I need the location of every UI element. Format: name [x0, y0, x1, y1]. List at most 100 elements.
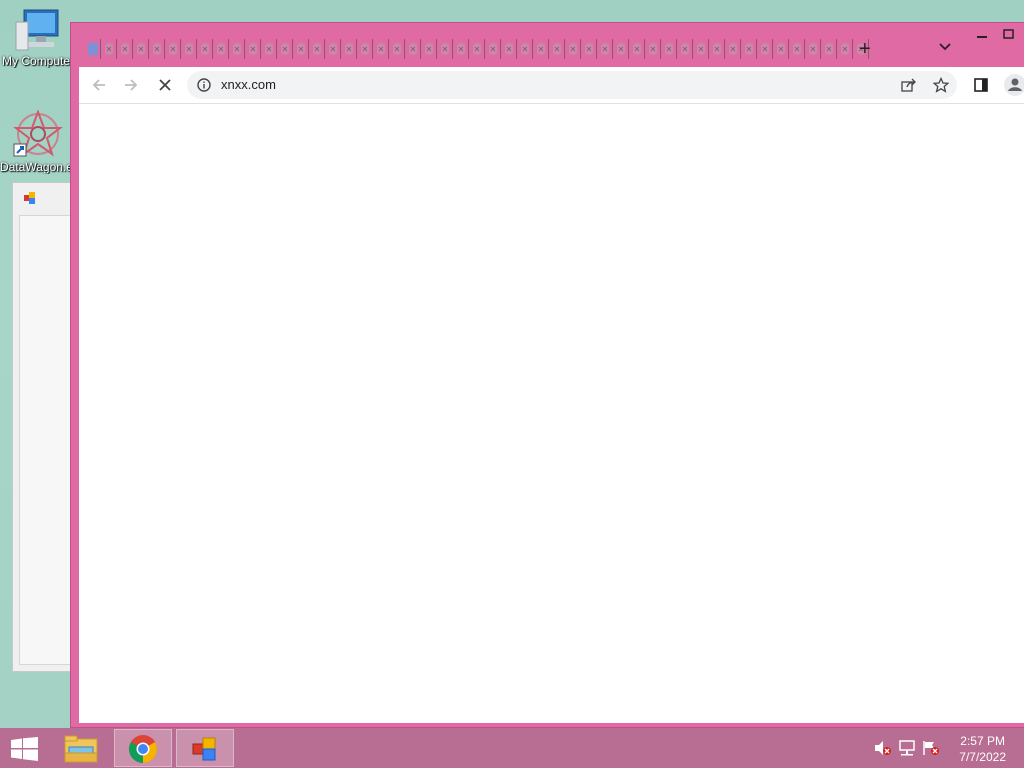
browser-tab[interactable] [247, 39, 261, 59]
maximize-icon[interactable] [1003, 29, 1015, 41]
info-icon[interactable] [197, 78, 211, 92]
browser-tab[interactable] [343, 39, 357, 59]
forward-arrow-icon[interactable] [123, 77, 139, 93]
browser-tab[interactable] [743, 39, 757, 59]
browser-tab[interactable] [711, 39, 725, 59]
taskbar-file-explorer[interactable] [52, 729, 110, 767]
browser-tab[interactable] [599, 39, 613, 59]
loading-favicon-icon [329, 43, 337, 55]
bookmark-star-icon[interactable] [933, 77, 949, 93]
browser-tab[interactable] [295, 39, 309, 59]
browser-tab[interactable] [407, 39, 421, 59]
browser-tab[interactable] [647, 39, 661, 59]
address-bar[interactable]: xnxx.com [187, 71, 957, 99]
browser-tab[interactable] [87, 39, 101, 59]
profile-avatar-icon[interactable] [1003, 73, 1024, 97]
browser-window[interactable]: + xnxx.com [70, 22, 1024, 728]
loading-favicon-icon [745, 43, 753, 55]
minimize-icon[interactable] [977, 35, 989, 39]
browser-tab[interactable] [327, 39, 341, 59]
loading-favicon-icon [825, 43, 833, 55]
app-window-icon [192, 737, 216, 761]
browser-tab[interactable] [263, 39, 277, 59]
address-url: xnxx.com [221, 77, 276, 92]
share-icon[interactable] [901, 78, 917, 92]
action-center-flag-icon[interactable] [922, 740, 940, 756]
desktop-icon-label: My Computer [1, 54, 75, 68]
browser-tab[interactable] [631, 39, 645, 59]
browser-tab[interactable] [839, 39, 853, 59]
browser-tab[interactable] [199, 39, 213, 59]
browser-tab[interactable] [375, 39, 389, 59]
chevron-down-icon[interactable] [939, 43, 951, 51]
desktop-icon-my-computer[interactable]: My Computer [0, 8, 76, 68]
loading-favicon-icon [217, 43, 225, 55]
browser-tab[interactable] [183, 39, 197, 59]
browser-tab[interactable] [455, 39, 469, 59]
browser-tab[interactable] [359, 39, 373, 59]
loading-favicon-icon [537, 43, 545, 55]
browser-tab[interactable] [615, 39, 629, 59]
browser-tab[interactable] [695, 39, 709, 59]
browser-tab[interactable] [391, 39, 405, 59]
loading-favicon-icon [425, 43, 433, 55]
loading-favicon-icon [233, 43, 241, 55]
browser-tab[interactable] [487, 39, 501, 59]
browser-tab[interactable] [215, 39, 229, 59]
browser-tab[interactable] [567, 39, 581, 59]
desktop-icon-datawagon[interactable]: DataWagon.exe [0, 110, 76, 174]
browser-tab[interactable] [119, 39, 133, 59]
browser-tab[interactable] [471, 39, 485, 59]
loading-favicon-icon [281, 43, 289, 55]
browser-tab[interactable] [151, 39, 165, 59]
loading-favicon-icon [105, 43, 113, 55]
browser-tab[interactable] [519, 39, 533, 59]
browser-tab[interactable] [135, 39, 149, 59]
browser-tab[interactable] [103, 39, 117, 59]
computer-icon [15, 9, 59, 51]
loading-favicon-icon [585, 43, 593, 55]
start-button[interactable] [0, 729, 58, 767]
browser-tab[interactable] [503, 39, 517, 59]
browser-tab[interactable] [679, 39, 693, 59]
browser-tab[interactable] [311, 39, 325, 59]
network-icon[interactable] [898, 740, 916, 756]
side-panel-icon[interactable] [973, 77, 989, 93]
browser-tab[interactable] [807, 39, 821, 59]
browser-tab[interactable] [775, 39, 789, 59]
loading-favicon-icon [377, 43, 385, 55]
loading-favicon-icon [793, 43, 801, 55]
windows-logo-icon [11, 737, 38, 761]
browser-toolbar: xnxx.com [79, 67, 1024, 103]
clock-date: 7/7/2022 [959, 750, 1006, 764]
browser-tab[interactable] [423, 39, 437, 59]
loading-favicon-icon [553, 43, 561, 55]
loading-favicon-icon [473, 43, 481, 55]
loading-favicon-icon [601, 43, 609, 55]
browser-tab[interactable] [231, 39, 245, 59]
browser-tab[interactable] [727, 39, 741, 59]
taskbar-chrome[interactable] [114, 729, 172, 767]
taskbar-app[interactable] [176, 729, 234, 767]
stop-loading-icon[interactable] [157, 77, 173, 93]
loading-favicon-icon [249, 43, 257, 55]
browser-tab[interactable] [279, 39, 293, 59]
volume-muted-icon[interactable] [874, 740, 892, 756]
browser-tab[interactable] [535, 39, 549, 59]
browser-tab[interactable] [167, 39, 181, 59]
back-arrow-icon[interactable] [91, 77, 107, 93]
loading-favicon-icon [729, 43, 737, 55]
browser-tab[interactable] [791, 39, 805, 59]
browser-tab[interactable] [439, 39, 453, 59]
browser-tab[interactable] [759, 39, 773, 59]
browser-tab[interactable] [823, 39, 837, 59]
loading-favicon-icon [345, 43, 353, 55]
system-clock[interactable]: 2:57 PM 7/7/2022 [959, 733, 1006, 765]
loading-favicon-icon [441, 43, 449, 55]
loading-favicon-icon [361, 43, 369, 55]
browser-tab[interactable] [551, 39, 565, 59]
page-content[interactable] [79, 103, 1024, 723]
browser-tab[interactable] [663, 39, 677, 59]
new-tab-button[interactable]: + [859, 39, 871, 59]
browser-tab[interactable] [583, 39, 597, 59]
